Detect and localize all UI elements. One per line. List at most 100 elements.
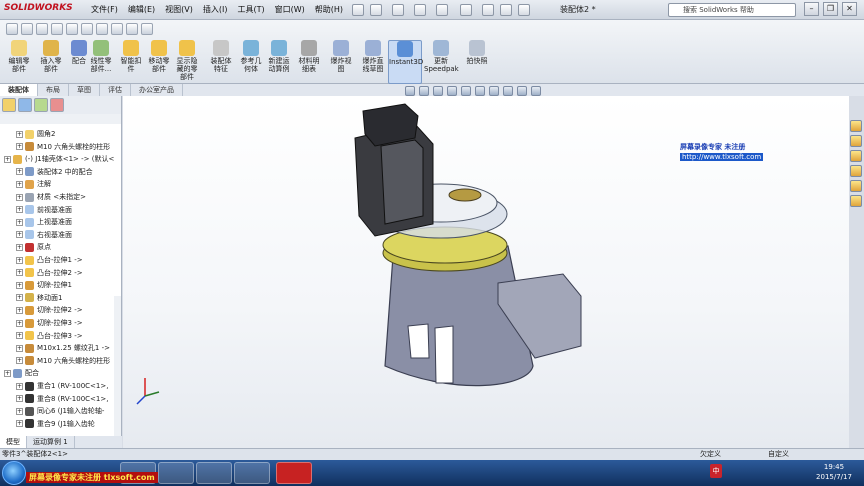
restore-button[interactable]: ❐: [823, 2, 838, 16]
tree-item[interactable]: + 切除-拉伸2 ->: [16, 304, 83, 316]
expand-icon[interactable]: +: [16, 180, 23, 188]
tree-item[interactable]: + 同心6 (J1输入齿轮轴-: [16, 405, 104, 417]
expand-icon[interactable]: +: [16, 143, 23, 151]
tab-4[interactable]: 办公室产品: [131, 84, 183, 96]
expand-icon[interactable]: +: [16, 382, 23, 390]
tree-filter[interactable]: [0, 114, 121, 124]
expand-icon[interactable]: +: [4, 369, 11, 377]
minimize-button[interactable]: –: [804, 2, 819, 16]
system-clock[interactable]: 19:45 2015/7/17: [808, 462, 860, 482]
tree-item[interactable]: + M10 六角头螺栓的柱形: [16, 355, 110, 367]
tree-item[interactable]: + (-) J1轴壳体<1> -> (默认<: [4, 153, 114, 165]
apply-scene-icon[interactable]: [517, 86, 527, 96]
excel-icon[interactable]: [196, 462, 232, 484]
open-icon[interactable]: [370, 4, 382, 16]
expand-icon[interactable]: +: [16, 420, 23, 428]
display-style-icon[interactable]: [475, 86, 485, 96]
expand-icon[interactable]: +: [16, 130, 23, 138]
custom-properties-icon[interactable]: [850, 195, 862, 207]
tab-1[interactable]: 布局: [38, 84, 69, 96]
toolbar-button-13[interactable]: Instant3D: [388, 40, 423, 84]
toolbar-button-10[interactable]: 材料明 细表: [292, 40, 326, 84]
rotate-icon[interactable]: [126, 23, 138, 35]
toolbar-button-11[interactable]: 爆炸视 图: [324, 40, 358, 84]
file-properties-icon[interactable]: [500, 4, 512, 16]
tree-item[interactable]: + 前视基准面: [16, 204, 72, 216]
expand-icon[interactable]: +: [16, 269, 23, 277]
expand-icon[interactable]: +: [16, 206, 23, 214]
hide-show-items-icon[interactable]: [489, 86, 499, 96]
previous-view-icon[interactable]: [433, 86, 443, 96]
checkmark-icon[interactable]: [66, 23, 78, 35]
tab-0[interactable]: 装配体: [0, 84, 38, 96]
expand-icon[interactable]: +: [16, 193, 23, 201]
expand-icon[interactable]: +: [4, 155, 11, 163]
expand-icon[interactable]: +: [16, 231, 23, 239]
section-view-icon[interactable]: [447, 86, 457, 96]
toolbar-button-15[interactable]: 拍快照: [460, 40, 494, 84]
tree-item[interactable]: + 装配体2 中的配合: [16, 166, 93, 178]
appearance-tab-icon[interactable]: [50, 98, 64, 112]
expand-icon[interactable]: +: [16, 407, 23, 415]
tree-item[interactable]: + 原点: [16, 241, 51, 253]
menu-item-6[interactable]: 帮助(H): [310, 3, 348, 17]
edit-appearance-icon[interactable]: [503, 86, 513, 96]
select-icon[interactable]: [460, 4, 472, 16]
input-language-indicator[interactable]: 中: [710, 464, 722, 478]
expand-icon[interactable]: +: [16, 256, 23, 264]
expand-icon[interactable]: +: [16, 243, 23, 251]
toolbar-button-3[interactable]: 线性零 部件...: [84, 40, 118, 84]
tree-item[interactable]: + 凸台-拉伸1 ->: [16, 254, 83, 266]
tree-item[interactable]: + 配合: [4, 367, 39, 379]
tab-2[interactable]: 草图: [69, 84, 100, 96]
tree-item[interactable]: + M10x1.25 螺纹孔1 ->: [16, 342, 110, 354]
expand-icon[interactable]: +: [16, 395, 23, 403]
grid-icon[interactable]: [81, 23, 93, 35]
print-icon[interactable]: [414, 4, 426, 16]
config-manager-tab-icon[interactable]: [34, 98, 48, 112]
expand-icon[interactable]: +: [16, 332, 23, 340]
status-units[interactable]: 自定义: [768, 449, 789, 460]
start-button[interactable]: [2, 461, 26, 485]
rebuild-icon[interactable]: [482, 4, 494, 16]
expand-icon[interactable]: +: [16, 281, 23, 289]
toolbar-button-0[interactable]: 编辑零 部件: [2, 40, 36, 84]
tree-item[interactable]: + 注解: [16, 178, 51, 190]
tree-item[interactable]: + 凸台-拉伸2 ->: [16, 267, 83, 279]
view-palette-icon[interactable]: [850, 165, 862, 177]
menu-item-4[interactable]: 工具(T): [232, 3, 269, 17]
expand-icon[interactable]: +: [16, 344, 23, 352]
expand-icon[interactable]: +: [16, 306, 23, 314]
sketch-icon[interactable]: [6, 23, 18, 35]
box-select-icon[interactable]: [36, 23, 48, 35]
toolbar-button-12[interactable]: 爆炸直 线草图: [356, 40, 390, 84]
expand-icon[interactable]: +: [16, 168, 23, 176]
tree-item[interactable]: + 凸台-拉伸3 ->: [16, 330, 83, 342]
tree-scrollbar[interactable]: [114, 296, 121, 446]
move-icon[interactable]: [111, 23, 123, 35]
toolbar-button-7[interactable]: 装配体 特征: [204, 40, 238, 84]
solidworks-taskbar-icon[interactable]: [276, 462, 312, 484]
toolbar-button-6[interactable]: 显示隐 藏的零 部件: [170, 40, 204, 84]
toolbar-button-9[interactable]: 新建运 动算例: [262, 40, 296, 84]
undo-icon[interactable]: [436, 4, 448, 16]
smart-dimension-icon[interactable]: [21, 23, 33, 35]
model-tab-0[interactable]: 模型: [0, 436, 27, 448]
tree-item[interactable]: + 移动面1: [16, 292, 62, 304]
menu-item-1[interactable]: 编辑(E): [123, 3, 160, 17]
zoom-area-icon[interactable]: [419, 86, 429, 96]
close-x-icon[interactable]: [96, 23, 108, 35]
menu-item-5[interactable]: 窗口(W): [270, 3, 310, 17]
save-icon[interactable]: [392, 4, 404, 16]
expand-icon[interactable]: +: [16, 218, 23, 226]
menu-item-0[interactable]: 文件(F): [86, 3, 123, 17]
new-icon[interactable]: [352, 4, 364, 16]
screen-recorder-icon[interactable]: [234, 462, 270, 484]
design-library-icon[interactable]: [850, 135, 862, 147]
tree-item[interactable]: + 圆角2: [16, 128, 55, 140]
feature-tree-tab-icon[interactable]: [2, 98, 16, 112]
help-search-input[interactable]: 搜索 SolidWorks 帮助: [668, 3, 796, 17]
zoom-to-fit-icon[interactable]: [405, 86, 415, 96]
tree-item[interactable]: + M10 六角头螺栓的柱形: [16, 141, 110, 153]
model-tab-1[interactable]: 运动算例 1: [27, 436, 75, 448]
